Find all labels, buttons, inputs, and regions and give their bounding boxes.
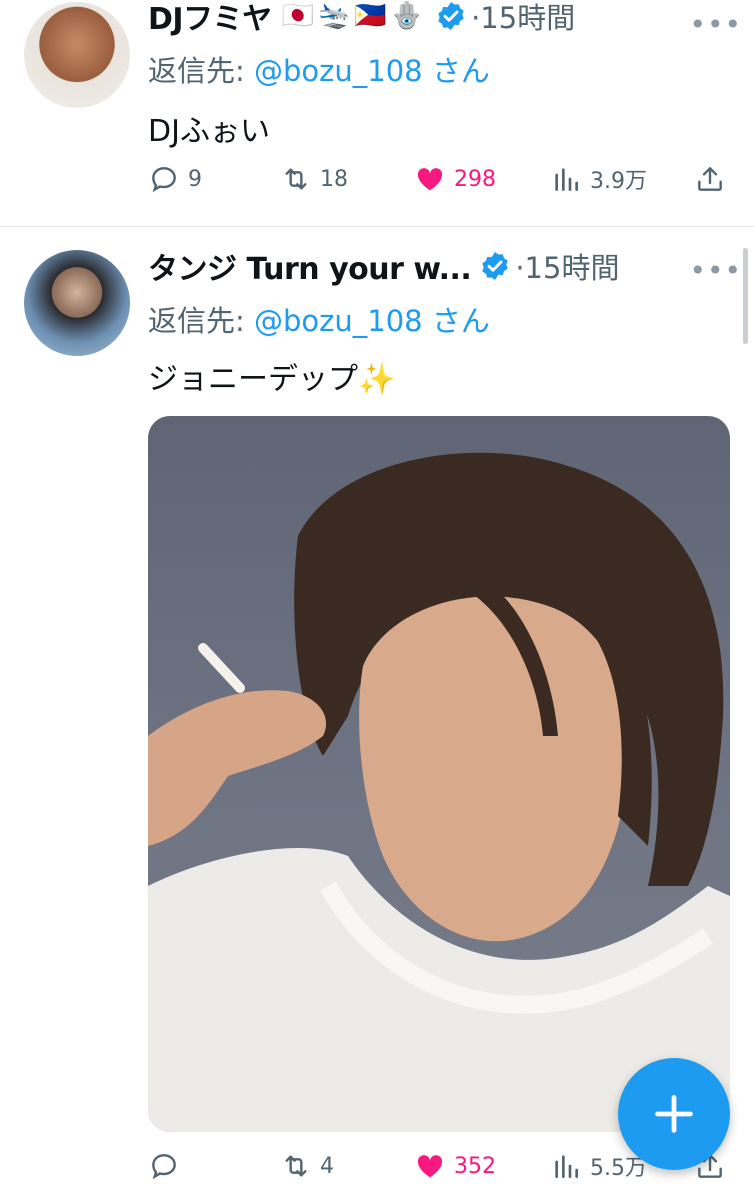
heart-filled-icon — [417, 168, 443, 191]
tweet-header: DJフミヤ 🇯🇵🛬🇵🇭🪬 ·15時間 — [148, 0, 736, 38]
retweet-button[interactable]: 18 — [280, 163, 348, 195]
reply-prefix: 返信先: — [148, 304, 245, 338]
views-button[interactable]: 3.9万 — [550, 163, 647, 195]
reply-icon — [152, 1154, 176, 1180]
more-options-icon[interactable]: ••• — [689, 8, 742, 41]
compose-tweet-button[interactable] — [618, 1058, 730, 1170]
views-count: 3.9万 — [590, 169, 647, 194]
tweet-photo[interactable] — [148, 416, 730, 1132]
share-button[interactable] — [694, 163, 726, 195]
reply-button[interactable] — [148, 1150, 188, 1182]
tweet-1[interactable]: DJフミヤ 🇯🇵🛬🇵🇭🪬 ·15時間 ••• 返信先: @bozu_108 さん… — [0, 0, 754, 226]
avatar[interactable] — [24, 2, 130, 108]
photo-image — [148, 452, 730, 1132]
heart-filled-icon — [417, 1155, 443, 1178]
like-count: 298 — [454, 166, 496, 192]
share-icon — [698, 167, 722, 191]
reply-count: 9 — [188, 166, 202, 192]
name-emoji: 🇯🇵🛬🇵🇭🪬 — [281, 1, 428, 31]
reply-handle-link[interactable]: @bozu_108 さん — [254, 54, 490, 88]
tweet-header: タンジ Turn your w... ·15時間 — [148, 244, 736, 288]
reply-button[interactable]: 9 — [148, 163, 202, 195]
reply-prefix: 返信先: — [148, 54, 245, 88]
plus-icon — [655, 1095, 693, 1133]
like-button[interactable]: 298 — [414, 163, 496, 195]
display-name[interactable]: タンジ Turn your w... — [148, 244, 472, 288]
more-options-icon[interactable]: ••• — [689, 254, 742, 287]
tweet-divider — [0, 226, 754, 227]
timestamp[interactable]: ·15時間 — [471, 0, 575, 37]
like-count: 352 — [454, 1153, 496, 1179]
views-button[interactable]: 5.5万 — [550, 1150, 647, 1182]
retweet-count: 4 — [320, 1153, 334, 1179]
timestamp[interactable]: ·15時間 — [515, 245, 619, 287]
verified-badge-icon — [438, 2, 464, 30]
tweet-text: ジョニーデップ✨ — [148, 362, 396, 397]
reply-handle-link[interactable]: @bozu_108 さん — [254, 304, 490, 338]
verified-badge-icon — [482, 252, 508, 280]
retweet-count: 18 — [320, 166, 348, 192]
scrollbar[interactable] — [743, 248, 748, 344]
reply-to-line: 返信先: @bozu_108 さん — [148, 298, 490, 340]
views-chart-icon — [555, 1155, 578, 1178]
views-chart-icon — [555, 168, 578, 191]
tweet-actions: 9 18 298 3.9万 — [148, 163, 734, 203]
avatar[interactable] — [24, 250, 130, 356]
reply-icon — [152, 167, 176, 193]
reply-to-line: 返信先: @bozu_108 さん — [148, 48, 490, 90]
tweet-text: DJふぉい — [148, 114, 270, 149]
retweet-icon — [285, 1155, 307, 1177]
display-name[interactable]: DJフミヤ — [148, 0, 272, 38]
like-button[interactable]: 352 — [414, 1150, 496, 1182]
retweet-button[interactable]: 4 — [280, 1150, 334, 1182]
retweet-icon — [285, 168, 307, 190]
